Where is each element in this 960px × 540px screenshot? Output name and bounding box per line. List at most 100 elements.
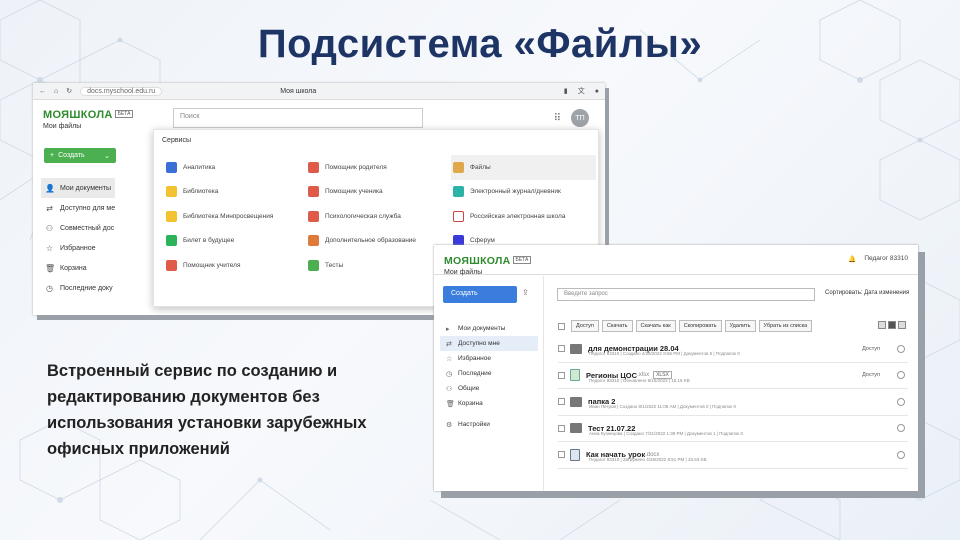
reload-icon[interactable]: ↻: [66, 87, 72, 95]
service-icon: [308, 210, 319, 222]
sidebar-item-label: Настройки: [458, 421, 490, 428]
bookmark-icon[interactable]: ▮: [564, 87, 568, 95]
action-toolbar: Доступ Скачать Скачать как Скопировать Удали…: [558, 320, 813, 332]
service-label: Электронный журнал/дневник: [470, 188, 561, 196]
sidebar-item-favorites[interactable]: ☆ Избранное: [440, 351, 538, 366]
action-button[interactable]: Скачать как: [635, 320, 676, 332]
brand-logo[interactable]: МОЯШКОЛА: [444, 255, 511, 267]
back-icon[interactable]: ←: [39, 88, 46, 95]
action-button[interactable]: Убрать из списка: [758, 320, 813, 332]
service-item[interactable]: Помощник учителя: [164, 253, 306, 278]
sidebar-item-trash[interactable]: 🗑 Корзина: [41, 258, 115, 278]
file-meta: Иван Петров | Создано 8/1/2022 11:08 AM …: [589, 404, 737, 409]
sort-dropdown[interactable]: Сортировать: Дата изменения: [825, 290, 909, 296]
service-item[interactable]: Российская электронная школа: [451, 204, 596, 229]
grid-view-icon[interactable]: [878, 321, 886, 329]
home-icon[interactable]: ⌂: [54, 88, 58, 95]
sidebar-item-settings[interactable]: ⚙ Настройки: [440, 417, 538, 432]
sidebar-item-shared-with-me[interactable]: ⇄ Доступно для ме: [41, 198, 115, 218]
action-button[interactable]: Скачать: [601, 320, 633, 332]
sidebar-item-label: Доступно мне: [458, 340, 500, 347]
service-item[interactable]: Психологическая служба: [306, 204, 451, 229]
sub-brand: Мои файлы: [43, 123, 82, 130]
create-button[interactable]: + Создать ⌄: [44, 148, 116, 163]
service-label: Аналитика: [183, 163, 216, 171]
file-row[interactable]: Регионы ЦОС .xlsx XLSX Педагог 83310 | Обно…: [558, 363, 908, 389]
service-label: Библиотека: [183, 188, 219, 196]
file-meta: Педагог 83310 | Обновлено 9/15/2022 | 15…: [589, 377, 690, 383]
apps-grid-icon[interactable]: ⠿: [554, 113, 561, 124]
sidebar-item-trash[interactable]: 🗑 Корзина: [440, 396, 538, 411]
address-bar[interactable]: docs.myschool.edu.ru: [80, 86, 163, 96]
service-item[interactable]: Тесты: [306, 253, 451, 278]
service-icon: [308, 186, 319, 198]
share-icon: ⇄: [446, 340, 452, 348]
sidebar-item-recent[interactable]: ◷ Последние доку: [41, 278, 115, 298]
group-icon: ⚇: [45, 223, 54, 233]
sidebar-item-label: Доступно для ме: [60, 204, 116, 212]
service-icon: [308, 235, 319, 247]
action-button[interactable]: Удалить: [724, 320, 756, 332]
translate-icon[interactable]: 文: [578, 86, 585, 96]
caption-text: Встроенный сервис по созданию и редактир…: [47, 362, 367, 458]
sidebar-item-favorites[interactable]: ☆ Избранное: [41, 238, 115, 258]
brand-logo[interactable]: МОЯШКОЛА: [43, 109, 113, 121]
more-options-icon[interactable]: [897, 450, 905, 459]
row-checkbox[interactable]: [558, 398, 565, 406]
create-button[interactable]: Создать: [443, 286, 517, 303]
service-item[interactable]: Библиотека: [164, 180, 306, 205]
search-input[interactable]: Поиск: [173, 108, 423, 128]
action-button[interactable]: Скопировать: [678, 320, 722, 332]
service-item[interactable]: Помощник ученика: [306, 180, 451, 205]
access-button[interactable]: Доступ: [862, 372, 880, 378]
sidebar-item-my-documents[interactable]: ▸ Мои документы: [440, 321, 538, 336]
service-item[interactable]: Помощник родителя: [306, 155, 451, 180]
browser-tab-title: Моя школа: [280, 87, 317, 95]
sidebar-item-recent[interactable]: ◷ Последние: [440, 366, 538, 381]
service-icon: [166, 235, 177, 247]
row-checkbox[interactable]: [558, 451, 565, 459]
service-item[interactable]: Файлы: [451, 155, 596, 180]
service-item[interactable]: Библиотека Минпросвещения: [164, 204, 306, 229]
sidebar-item-shared-with-me[interactable]: ⇄ Доступно мне: [440, 336, 538, 351]
more-options-icon[interactable]: [897, 344, 905, 353]
compact-view-icon[interactable]: [898, 321, 906, 329]
service-label: Помощник учителя: [183, 261, 241, 269]
access-button[interactable]: Доступ: [862, 346, 880, 352]
sidebar-item-common[interactable]: ⚇ Общие: [440, 381, 538, 396]
file-list: для демонстрации 28.04 Педагог 83310 | Со…: [558, 336, 908, 469]
action-button[interactable]: Доступ: [571, 320, 599, 332]
user-menu[interactable]: Педагог 83310: [864, 255, 908, 263]
file-row[interactable]: для демонстрации 28.04 Педагог 83310 | Со…: [558, 336, 908, 363]
row-checkbox[interactable]: [558, 371, 565, 379]
avatar[interactable]: ТП: [571, 109, 589, 127]
group-icon: ⚇: [446, 385, 453, 393]
create-label: Создать: [58, 152, 85, 159]
notification-icon[interactable]: 🔔: [848, 255, 856, 263]
search-input[interactable]: Введите запрос: [557, 288, 815, 301]
folder-icon: [570, 423, 582, 434]
service-item[interactable]: Электронный журнал/дневник: [451, 180, 596, 205]
sub-brand: Мои файлы: [444, 269, 483, 276]
row-checkbox[interactable]: [558, 424, 565, 432]
files-main: Введите запрос Сортировать: Дата изменен…: [550, 276, 918, 491]
more-options-icon[interactable]: [897, 371, 905, 380]
service-item[interactable]: Аналитика: [164, 155, 306, 180]
more-options-icon[interactable]: [897, 424, 905, 433]
extension-icon[interactable]: ●: [595, 88, 599, 95]
upload-icon[interactable]: ⇪: [522, 288, 529, 297]
select-all-checkbox[interactable]: [558, 322, 565, 330]
sidebar-item-joint-access[interactable]: ⚇ Совместный дос: [41, 218, 115, 238]
service-item[interactable]: Дополнительное образование: [306, 229, 451, 254]
service-icon: [166, 210, 177, 222]
file-row[interactable]: Как начать урок .docx Педагог 83310 | Загр…: [558, 442, 908, 469]
list-view-icon[interactable]: [888, 321, 896, 329]
service-item[interactable]: Билет в будущее: [164, 229, 306, 254]
file-row[interactable]: папка 2 Иван Петров | Создано 8/1/2022 11…: [558, 389, 908, 416]
sidebar-item-my-documents[interactable]: 👤 Мои документы: [41, 178, 116, 198]
sidebar-item-label: Последние доку: [60, 284, 113, 292]
row-checkbox[interactable]: [558, 345, 565, 353]
service-icon: [166, 186, 177, 198]
more-options-icon[interactable]: [897, 397, 905, 406]
file-row[interactable]: Тест 21.07.22 Анна Кузнецова | Создано 7/…: [558, 416, 908, 442]
